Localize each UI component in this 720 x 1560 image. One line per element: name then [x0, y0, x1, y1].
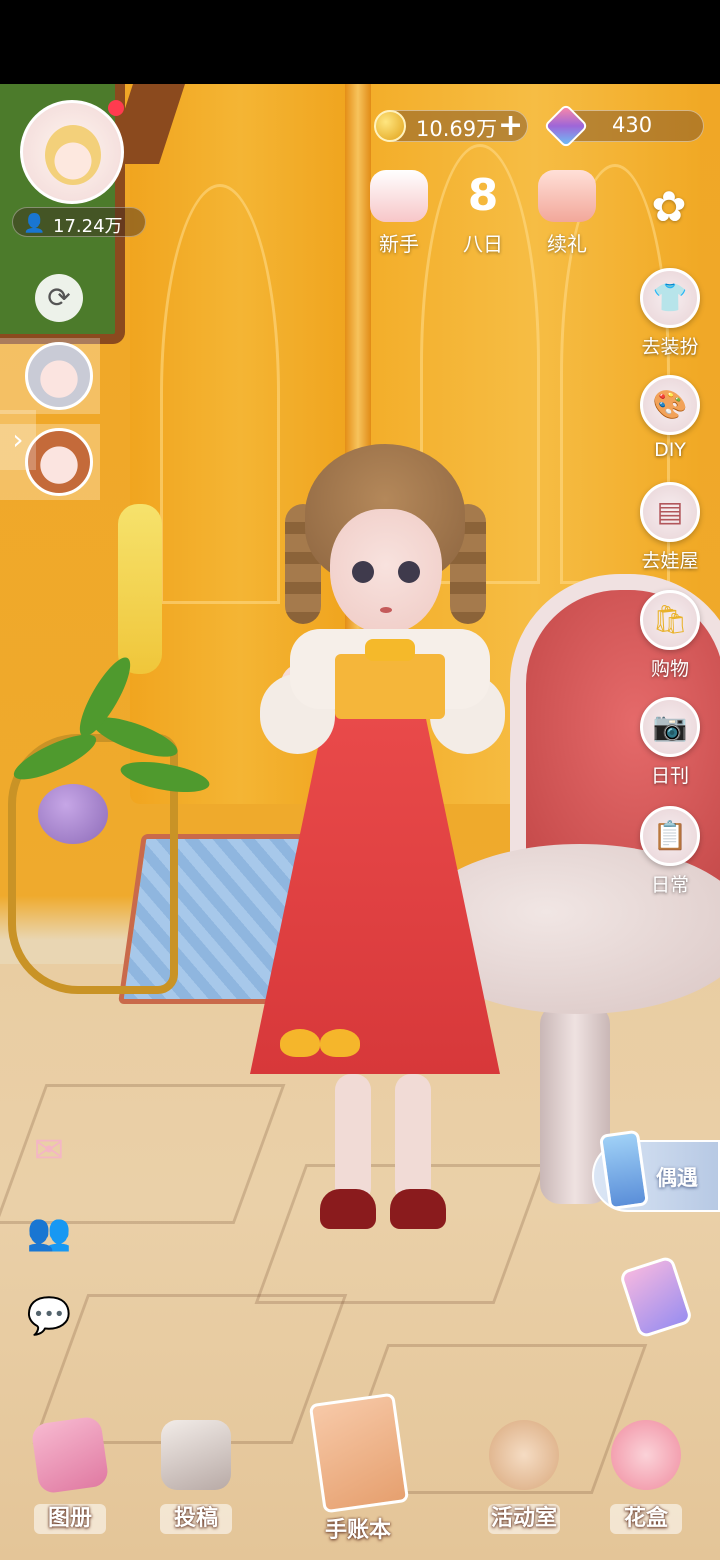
shop-button[interactable]: 🛍 购物	[635, 590, 705, 681]
avatar-face	[45, 125, 101, 185]
dress-up-label: 去装扮	[641, 336, 699, 358]
friends-icon[interactable]: 👥	[22, 1208, 76, 1258]
expand-arrow-icon[interactable]: ›	[0, 410, 36, 470]
journal-label: 手账本	[324, 1518, 391, 1543]
plant-pot	[38, 784, 108, 844]
player-avatar[interactable]	[20, 100, 124, 204]
gift-tv-icon	[538, 170, 596, 222]
eight-day-label: 八日	[463, 232, 503, 256]
duck-print	[320, 1029, 360, 1057]
diy-button[interactable]: 🎨 DIY	[635, 375, 705, 461]
coin-amount: 10.69万	[416, 117, 498, 141]
duck-print	[280, 1029, 320, 1057]
leg	[395, 1074, 431, 1204]
phone-icon	[598, 1129, 650, 1211]
friend-slot[interactable]	[0, 338, 100, 414]
bow	[365, 639, 415, 661]
refresh-icon[interactable]: ⟳	[35, 274, 83, 322]
coin-icon	[374, 110, 406, 142]
doll-house-label: 去娃屋	[641, 550, 699, 572]
doll-house-button[interactable]: ▤ 去娃屋	[635, 482, 705, 573]
fans-count: 17.24万	[53, 216, 123, 237]
submit-button[interactable]: 投稿	[148, 1420, 244, 1536]
journal-button[interactable]: 手账本	[298, 1392, 418, 1548]
gift-button[interactable]: 续礼	[532, 170, 602, 260]
dress-up-shirt-icon: 👕	[640, 268, 700, 328]
flower-box-button[interactable]: 花盒	[598, 1420, 694, 1536]
dress-up-button[interactable]: 👕 去装扮	[635, 268, 705, 359]
album-label: 图册	[47, 1506, 92, 1531]
newbie-cake-icon	[370, 170, 428, 222]
bodice	[335, 654, 445, 719]
eight-day-icon: 8	[467, 170, 499, 221]
notification-dot	[108, 100, 124, 116]
diy-label: DIY	[654, 439, 686, 461]
palette-icon: 🎨	[640, 375, 700, 435]
user-icon: 👤	[23, 213, 46, 234]
wardrobe-icon: ▤	[640, 482, 700, 542]
add-coins-button[interactable]: +	[498, 108, 523, 143]
leg	[335, 1074, 371, 1204]
album-icon	[30, 1415, 110, 1495]
lamp	[118, 504, 162, 674]
submit-label: 投稿	[173, 1506, 218, 1531]
activity-room-button[interactable]: 活动室	[476, 1420, 572, 1536]
chat-icon[interactable]: 💬	[22, 1292, 76, 1342]
flower-box-icon	[611, 1420, 681, 1490]
album-button[interactable]: 图册	[22, 1415, 118, 1536]
teddy-bear-icon	[489, 1420, 559, 1490]
camera-icon: 📷	[640, 697, 700, 757]
journal-icon	[308, 1392, 410, 1514]
encounter-button[interactable]: 偶遇	[592, 1129, 720, 1212]
room-scene	[0, 84, 720, 1560]
daily-news-button[interactable]: 📷 日刊	[635, 697, 705, 788]
clipboard-icon: 📋	[640, 806, 700, 866]
shoe	[390, 1189, 446, 1229]
flower-box-label: 花盒	[623, 1506, 668, 1531]
mail-icon[interactable]: ✉	[22, 1126, 76, 1176]
daily-tasks-label: 日常	[650, 874, 689, 896]
face	[330, 509, 442, 634]
newbie-button[interactable]: 新手	[364, 170, 434, 260]
shop-label: 购物	[650, 658, 689, 680]
shopping-bag-icon: 🛍	[640, 590, 700, 650]
friend-avatar[interactable]	[25, 342, 93, 410]
daily-tasks-button[interactable]: 📋 日常	[635, 806, 705, 897]
fans-counter[interactable]: 👤 17.24万	[12, 207, 146, 237]
player-character[interactable]	[250, 444, 530, 1229]
newbie-label: 新手	[379, 232, 419, 256]
eight-day-button[interactable]: 8 八日	[448, 170, 518, 260]
daily-news-label: 日刊	[650, 765, 689, 787]
gift-label: 续礼	[547, 232, 587, 256]
flower-menu-icon[interactable]: ✿	[645, 183, 693, 231]
shoe	[320, 1189, 376, 1229]
film-clapper-icon	[161, 1420, 231, 1490]
red-dress	[250, 714, 500, 1074]
activity-room-label: 活动室	[490, 1506, 557, 1531]
gem-amount: 430	[612, 113, 653, 137]
status-bar	[0, 0, 720, 84]
encounter-label: 偶遇	[656, 1166, 698, 1190]
